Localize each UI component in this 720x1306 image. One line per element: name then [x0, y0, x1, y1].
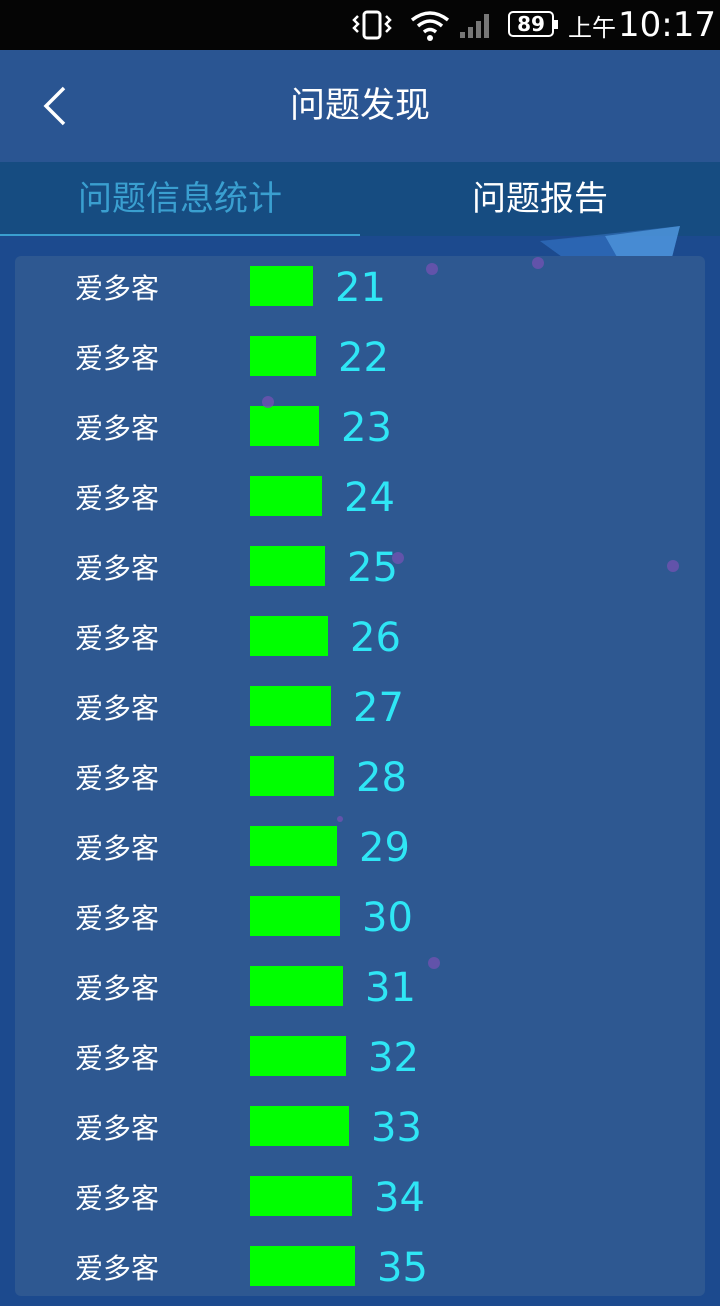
bar [250, 756, 334, 796]
decorative-dot [532, 257, 544, 269]
bar [250, 1246, 355, 1286]
battery-icon: 89 [508, 11, 558, 37]
clock: 上午10:17 [568, 4, 716, 49]
row-label: 爱多客 [75, 762, 160, 795]
list-item: 爱多客 33 [15, 1096, 705, 1166]
bar [250, 546, 325, 586]
bar-value-label: 23 [341, 405, 392, 451]
row-label: 爱多客 [75, 902, 160, 935]
bar [250, 616, 328, 656]
decorative-dot [262, 396, 274, 408]
bar [250, 1176, 352, 1216]
bar [250, 406, 319, 446]
list-item: 爱多客 26 [15, 606, 705, 676]
bar-value-label: 25 [347, 545, 398, 591]
bar [250, 336, 316, 376]
decorative-dot [392, 552, 404, 564]
bar-value-label: 28 [356, 755, 407, 801]
signal-icon [460, 14, 489, 38]
bar [250, 686, 331, 726]
row-label: 爱多客 [75, 1112, 160, 1145]
status-bar: 89 上午10:17 [0, 0, 720, 50]
bar-value-label: 21 [335, 265, 386, 311]
bar-value-label: 32 [368, 1035, 419, 1081]
bar [250, 826, 337, 866]
bar-value-label: 29 [359, 825, 410, 871]
list-item: 爱多客 32 [15, 1026, 705, 1096]
list-item: 爱多客 23 [15, 396, 705, 466]
bar-value-label: 31 [365, 965, 416, 1011]
list-item: 爱多客 22 [15, 326, 705, 396]
row-label: 爱多客 [75, 552, 160, 585]
row-label: 爱多客 [75, 832, 160, 865]
bar-value-label: 22 [338, 335, 389, 381]
decorative-dot [426, 263, 438, 275]
row-label: 爱多客 [75, 272, 160, 305]
bar-value-label: 33 [371, 1105, 422, 1151]
row-label: 爱多客 [75, 412, 160, 445]
list-item: 爱多客 27 [15, 676, 705, 746]
list-item: 爱多客 29 [15, 816, 705, 886]
bar-value-label: 24 [344, 475, 395, 521]
decorative-dot [337, 816, 343, 822]
row-label: 爱多客 [75, 692, 160, 725]
bar [250, 1036, 346, 1076]
row-label: 爱多客 [75, 622, 160, 655]
bar-value-label: 34 [374, 1175, 425, 1221]
bar-value-label: 26 [350, 615, 401, 661]
back-arrow-icon[interactable] [30, 80, 82, 132]
list-item: 爱多客 25 [15, 536, 705, 606]
bar [250, 966, 343, 1006]
row-label: 爱多客 [75, 972, 160, 1005]
list-item: 爱多客 31 [15, 956, 705, 1026]
row-label: 爱多客 [75, 1252, 160, 1285]
row-label: 爱多客 [75, 1042, 160, 1075]
list-item: 爱多客 28 [15, 746, 705, 816]
bar-value-label: 35 [377, 1245, 428, 1291]
row-label: 爱多客 [75, 342, 160, 375]
bar [250, 896, 340, 936]
list-item: 爱多客 34 [15, 1166, 705, 1236]
clock-time: 10:17 [618, 5, 716, 45]
app-bar: 问题发现 [0, 50, 720, 162]
decorative-dot [428, 957, 440, 969]
vibrate-icon [352, 10, 392, 40]
list-item: 爱多客 21 [15, 256, 705, 326]
row-label: 爱多客 [75, 1182, 160, 1215]
decorative-dot [667, 560, 679, 572]
row-label: 爱多客 [75, 482, 160, 515]
bar [250, 266, 313, 306]
list-item: 爱多客 35 [15, 1236, 705, 1306]
clock-ampm: 上午 [568, 14, 616, 42]
bar [250, 476, 322, 516]
tab-problem-statistics[interactable]: 问题信息统计 [0, 162, 360, 236]
wifi-icon [410, 11, 450, 41]
bar-value-label: 30 [362, 895, 413, 941]
statistics-panel: 爱多客 21 爱多客 22 爱多客 23 爱多客 24 爱多客 25 爱多客 26 爱多客 27 爱多客 28… [15, 256, 705, 1296]
bar [250, 1106, 349, 1146]
list-item: 爱多客 24 [15, 466, 705, 536]
list-item: 爱多客 30 [15, 886, 705, 956]
page-title: 问题发现 [289, 86, 430, 126]
bar-value-label: 27 [353, 685, 404, 731]
